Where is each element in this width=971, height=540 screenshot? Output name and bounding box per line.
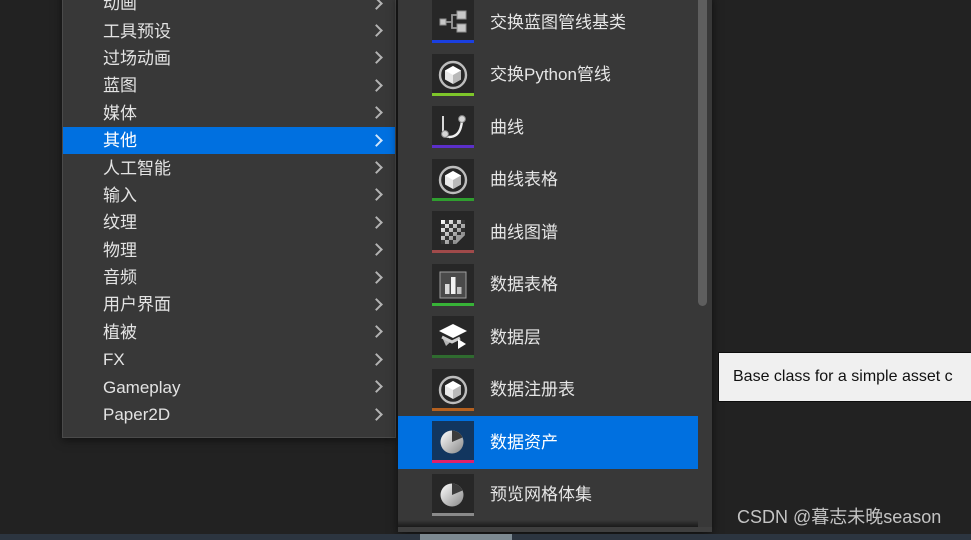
asset-item-1[interactable]: 交换Python管线 (398, 49, 698, 102)
category-item-label: 工具预设 (103, 21, 171, 41)
category-item-8[interactable]: 纹理 (63, 209, 395, 236)
chevron-right-icon (371, 0, 383, 11)
asset-item-label: 数据层 (490, 327, 541, 347)
category-item-4[interactable]: 媒体 (63, 100, 395, 127)
category-item-label: 植被 (103, 322, 137, 342)
chevron-right-icon (371, 51, 383, 65)
category-item-label: 过场动画 (103, 48, 171, 68)
icon-color-bar (432, 407, 474, 411)
category-item-13[interactable]: FX (63, 346, 395, 373)
chevron-right-icon (371, 188, 383, 202)
category-item-label: 人工智能 (103, 158, 171, 178)
category-item-label: 输入 (103, 185, 137, 205)
asset-item-label: 交换蓝图管线基类 (490, 12, 626, 32)
chevron-right-icon (371, 353, 383, 367)
category-item-label: 蓝图 (103, 76, 137, 96)
list-bottom-shadow (398, 520, 698, 527)
asset-item-label: 数据资产 (490, 432, 558, 452)
asset-item-8[interactable]: 数据资产 (398, 416, 698, 469)
pie-chart-icon (432, 421, 474, 464)
pie-chart-icon (432, 473, 474, 516)
asset-item-3[interactable]: 曲线表格 (398, 154, 698, 207)
category-item-label: FX (103, 350, 125, 370)
chevron-right-icon (371, 134, 383, 148)
chevron-right-icon (371, 106, 383, 120)
chevron-right-icon (371, 79, 383, 93)
category-item-label: 动画 (103, 0, 137, 14)
asset-description-tooltip: Base class for a simple asset c (718, 352, 971, 402)
cube-in-circle-icon (432, 368, 474, 411)
curve-handle-icon (432, 106, 474, 149)
icon-color-bar (432, 302, 474, 306)
asset-item-label: 曲线图谱 (490, 222, 558, 242)
layers-play-icon (432, 316, 474, 359)
icon-color-bar (432, 250, 474, 254)
category-item-1[interactable]: 工具预设 (63, 17, 395, 44)
icon-color-bar (432, 92, 474, 96)
chevron-right-icon (371, 408, 383, 422)
watermark-text: CSDN @暮志未晚season (737, 507, 942, 527)
category-item-14[interactable]: Gameplay (63, 373, 395, 400)
category-item-0[interactable]: 动画 (63, 0, 395, 17)
category-item-label: 音频 (103, 268, 137, 288)
category-item-label: 媒体 (103, 103, 137, 123)
cube-in-circle-icon (432, 53, 474, 96)
category-item-7[interactable]: 输入 (63, 182, 395, 209)
icon-color-bar (432, 197, 474, 201)
category-item-6[interactable]: 人工智能 (63, 154, 395, 181)
desktop-taskbar-accent (420, 534, 512, 540)
asset-item-5[interactable]: 数据表格 (398, 259, 698, 312)
checker-gradient-icon (432, 211, 474, 254)
category-item-label: 物理 (103, 240, 137, 260)
asset-item-0[interactable]: 交换蓝图管线基类 (398, 0, 698, 49)
chevron-right-icon (371, 298, 383, 312)
asset-item-label: 曲线表格 (490, 170, 558, 190)
icon-color-bar (432, 40, 474, 44)
icon-color-bar (432, 460, 474, 464)
submenu-bottom-edge (398, 527, 712, 532)
asset-list-scrollbar-thumb[interactable] (698, 0, 707, 306)
category-item-5[interactable]: 其他 (63, 126, 395, 155)
chevron-right-icon (371, 24, 383, 38)
other-assets-submenu[interactable]: 交换蓝图管线基类 交换Python管线 曲线曲线表格曲线图谱数据表格数据层数据注册表… (398, 0, 712, 532)
asset-item-2[interactable]: 曲线 (398, 101, 698, 154)
asset-item-label: 预览网格体集 (490, 485, 592, 505)
chevron-right-icon (371, 161, 383, 175)
category-item-15[interactable]: Paper2D (63, 401, 395, 428)
category-item-9[interactable]: 物理 (63, 237, 395, 264)
category-item-10[interactable]: 音频 (63, 264, 395, 291)
asset-list[interactable]: 交换蓝图管线基类 交换Python管线 曲线曲线表格曲线图谱数据表格数据层数据注册表… (398, 0, 698, 521)
chevron-right-icon (371, 216, 383, 230)
category-item-2[interactable]: 过场动画 (63, 45, 395, 72)
category-item-12[interactable]: 植被 (63, 319, 395, 346)
icon-color-bar (432, 512, 474, 516)
category-item-label: 纹理 (103, 213, 137, 233)
asset-item-label: 曲线 (490, 117, 524, 137)
category-item-label: Paper2D (103, 405, 171, 425)
icon-color-bar (432, 145, 474, 149)
asset-item-6[interactable]: 数据层 (398, 311, 698, 364)
category-item-3[interactable]: 蓝图 (63, 72, 395, 99)
asset-item-7[interactable]: 数据注册表 (398, 364, 698, 417)
chevron-right-icon (371, 271, 383, 285)
tooltip-text: Base class for a simple asset c (733, 368, 953, 386)
chevron-right-icon (371, 325, 383, 339)
blueprint-node-graph-icon (432, 1, 474, 44)
bar-chart-icon (432, 263, 474, 306)
category-item-label: 用户界面 (103, 295, 171, 315)
asset-category-menu[interactable]: 动画工具预设过场动画蓝图媒体其他人工智能输入纹理物理音频用户界面植被 FX Game… (62, 0, 396, 438)
category-item-11[interactable]: 用户界面 (63, 291, 395, 318)
category-item-label: Gameplay (103, 377, 181, 397)
chevron-right-icon (371, 380, 383, 394)
asset-item-label: 数据注册表 (490, 380, 575, 400)
asset-item-label: 交换Python管线 (490, 65, 611, 85)
chevron-right-icon (371, 243, 383, 257)
asset-item-4[interactable]: 曲线图谱 (398, 206, 698, 259)
asset-item-label: 数据表格 (490, 275, 558, 295)
category-item-label: 其他 (103, 131, 137, 151)
icon-color-bar (432, 355, 474, 359)
cube-in-circle-icon (432, 158, 474, 201)
asset-item-9[interactable]: 预览网格体集 (398, 469, 698, 522)
